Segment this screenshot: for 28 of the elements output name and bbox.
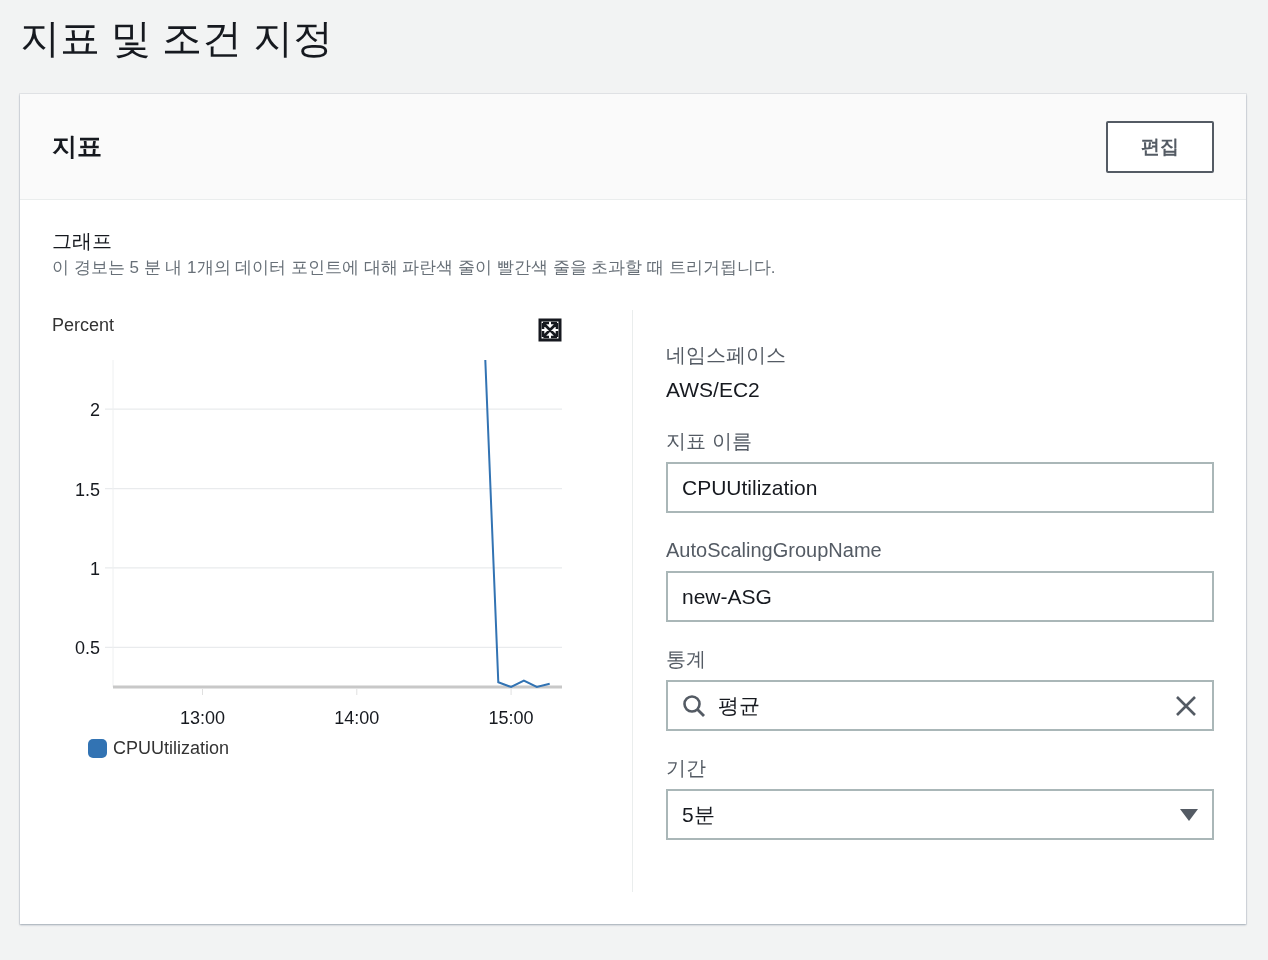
y-tick-label: 1.5 xyxy=(74,479,100,500)
input-field[interactable]: new-ASG xyxy=(666,571,1214,622)
y-tick-label: 0.5 xyxy=(74,638,100,659)
field-label: 지표 이름 xyxy=(666,429,753,454)
x-tick-label: 15:00 xyxy=(488,708,534,728)
x-tick-label: 13:00 xyxy=(179,708,225,728)
graph-title: 그래프 xyxy=(52,229,113,254)
legend-label: CPUUtilization xyxy=(113,738,230,759)
y-tick-label: 2 xyxy=(90,400,100,421)
page-title: 지표 및 조건 지정 xyxy=(20,15,335,62)
graph-description: 이 경보는 5 분 내 1개의 데이터 포인트에 대해 파란색 줄이 빨간색 줄을 초과할 때 트리거됩니다. xyxy=(52,257,777,279)
search-field[interactable]: 평균 xyxy=(666,680,1214,731)
panel-title: 지표 xyxy=(52,131,102,162)
field-label: AutoScalingGroupName xyxy=(666,538,883,563)
expand-icon[interactable] xyxy=(538,318,562,342)
select-dropdown[interactable]: 5분 xyxy=(666,789,1214,840)
y-axis-label: Percent xyxy=(52,315,115,336)
close-icon[interactable] xyxy=(1174,693,1198,718)
edit-button[interactable]: 편집 xyxy=(1106,120,1214,173)
x-tick-label: 14:00 xyxy=(334,708,380,728)
field-label: 네임스페이스 xyxy=(666,343,787,368)
caret-icon xyxy=(1180,807,1198,822)
field-value: AWS/EC2 xyxy=(666,377,761,403)
field-label: 통계 xyxy=(666,647,707,672)
search-icon xyxy=(682,693,706,718)
y-tick-label: 1 xyxy=(90,558,100,579)
field-label: 기간 xyxy=(666,756,707,781)
input-field[interactable]: CPUUtilization xyxy=(666,462,1214,513)
